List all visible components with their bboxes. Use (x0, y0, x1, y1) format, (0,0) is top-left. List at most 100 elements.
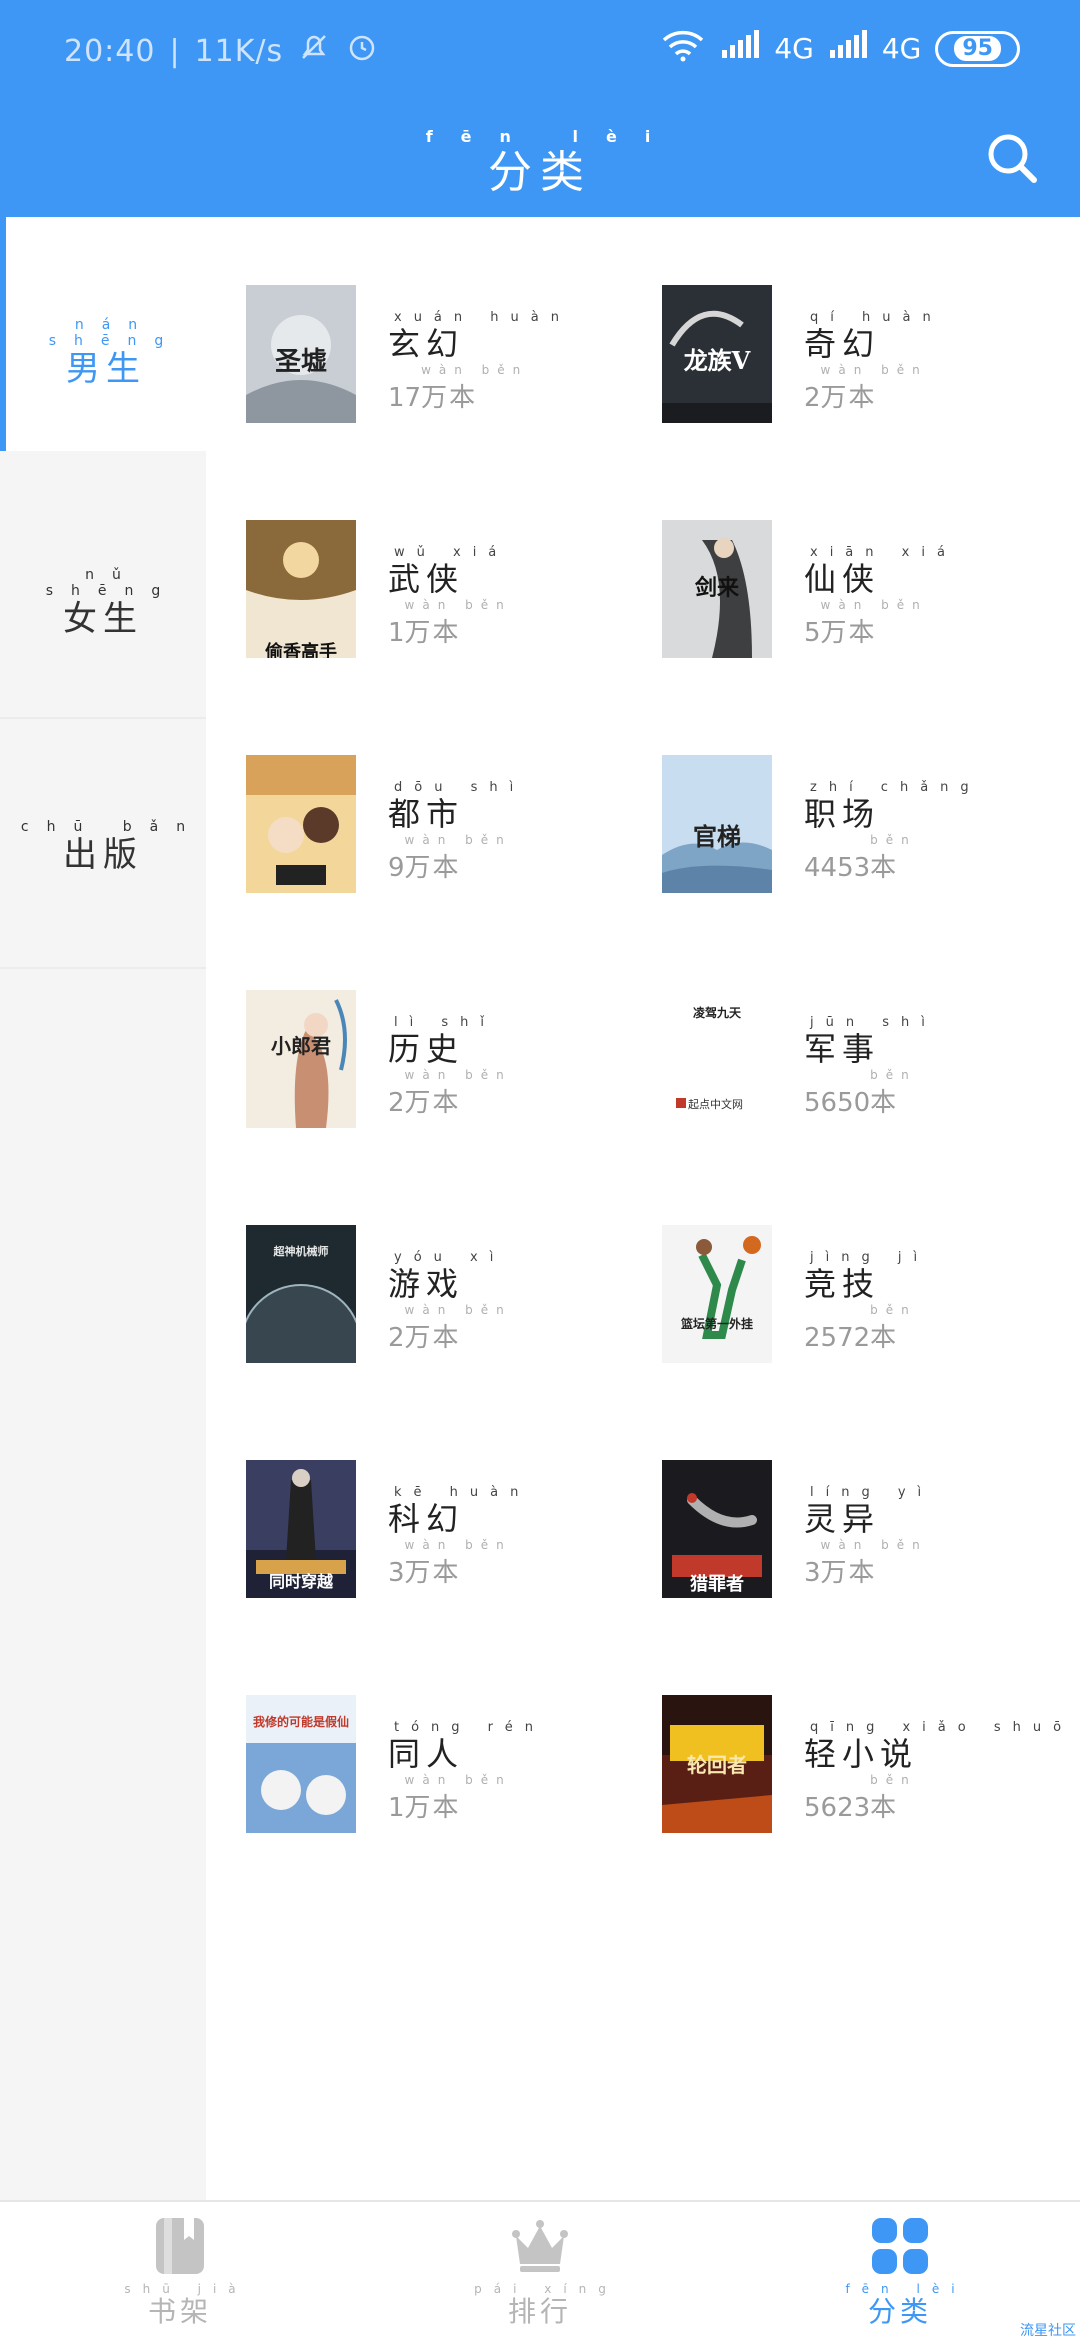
category-pinyin: xuán huàn (394, 310, 571, 325)
category-card[interactable]: 篮坛第一外挂 jìng jì 竞技 2572 běn 本 (622, 1157, 1022, 1363)
category-card[interactable]: 官梯 zhí chǎng 职场 4453 běn 本 (622, 687, 1022, 893)
category-count-number: 3 (804, 1558, 821, 1588)
count-unit-wrap: wàn běn 万本 (405, 1773, 504, 1824)
category-info: lì shǐ 历史 2 wàn běn 万本 (388, 1015, 504, 1119)
category-card[interactable]: 猎罪者 líng yì 灵异 3 wàn běn 万本 (622, 1392, 1022, 1598)
tab-category[interactable]: fēn lèi 分类 (820, 2216, 980, 2328)
cover-title: 篮坛第一外挂 (680, 1317, 753, 1331)
category-count: 2 wàn běn 万本 (388, 1068, 504, 1118)
network-label-1: 4G (774, 32, 814, 65)
cover-title: 轮回者 (687, 1753, 747, 1777)
category-count: 4453 běn 本 (804, 833, 981, 884)
category-count-number: 17 (388, 383, 422, 413)
tab-bookshelf[interactable]: shū jià 书架 (100, 2216, 260, 2328)
cover-title: 圣墟 (274, 347, 327, 377)
status-bar: 20:40 | 11K/s 4G 4G 95 (0, 0, 1080, 100)
count-unit-wrap: běn 本 (870, 1303, 909, 1354)
wifi-icon (660, 28, 706, 69)
book-cover-image: 圣墟 (246, 285, 356, 423)
count-unit-wrap: běn 本 (870, 833, 909, 884)
count-unit-pinyin: wàn běn (404, 833, 512, 847)
category-count-number: 5623 (804, 1793, 871, 1823)
cover-title: 龙族V (683, 346, 751, 375)
signal-icon-1 (720, 30, 760, 67)
count-unit-pinyin: wàn běn (404, 1068, 512, 1082)
count-unit: 万本 (820, 618, 877, 648)
category-name: 军事 (804, 1030, 881, 1068)
count-unit-pinyin: wàn běn (820, 363, 928, 377)
sidebar-item-label: 男生 (66, 349, 146, 389)
category-card[interactable]: 偷香高手 wǔ xiá 武侠 1 wàn běn 万本 (206, 452, 606, 658)
search-button[interactable] (984, 130, 1040, 186)
tab-ranking[interactable]: pái xíng 排行 (460, 2216, 620, 2328)
book-cover-image: 猎罪者 (662, 1460, 772, 1598)
sidebar-item-label: 女生 (63, 599, 143, 639)
count-unit: 万本 (404, 1088, 461, 1118)
search-icon (988, 134, 1037, 183)
category-card[interactable]: dōu shì 都市 9 wàn běn 万本 (206, 687, 606, 893)
signal-icon-2 (828, 30, 868, 67)
sidebar-item-label: 出版 (63, 835, 143, 875)
category-info: xiān xiá 仙侠 5 wàn běn 万本 (804, 545, 957, 649)
count-unit-pinyin: běn (870, 1773, 917, 1787)
category-info: jìng jì 竞技 2572 běn 本 (804, 1250, 930, 1354)
category-pinyin: wǔ xiá (394, 545, 509, 560)
category-pinyin: qīng xiǎo shuō (810, 1720, 1074, 1735)
category-card[interactable]: 龙族V qí huàn 奇幻 2 wàn běn 万本 (622, 217, 1022, 423)
status-time: 20:40 (64, 33, 156, 69)
category-pinyin: yóu xì (394, 1250, 506, 1265)
category-name: 轻小说 (804, 1735, 919, 1773)
status-right: 4G 4G 95 (660, 28, 1020, 69)
category-card[interactable]: 轮回者 qīng xiǎo shuō 轻小说 5623 běn 本 (622, 1627, 1061, 1833)
category-count-number: 2 (388, 1323, 405, 1353)
cover-title: 剑来 (694, 575, 739, 601)
category-count: 5 wàn běn 万本 (804, 598, 957, 648)
category-info: qí huàn 奇幻 2 wàn běn 万本 (804, 310, 943, 414)
category-pinyin: jìng jì (810, 1250, 930, 1265)
count-unit-pinyin: wàn běn (404, 1303, 512, 1317)
category-info: yóu xì 游戏 2 wàn běn 万本 (388, 1250, 506, 1354)
grid-icon (870, 2216, 930, 2276)
category-count-number: 2 (388, 1088, 405, 1118)
sidebar-item-female[interactable]: nǔ shēng 女生 (0, 467, 206, 701)
category-card[interactable]: 凌驾九天 起点中文网 jūn shì 军事 5650 běn 本 (622, 922, 1022, 1128)
count-unit-wrap: wàn běn 万本 (821, 1538, 920, 1589)
alarm-icon (345, 30, 379, 72)
count-unit-pinyin: wàn běn (421, 363, 529, 377)
cover-title: 凌驾九天 (692, 1006, 741, 1020)
tab-pinyin: shū jià (124, 2282, 248, 2296)
category-count-number: 5650 (804, 1088, 871, 1118)
category-pinyin: jūn shì (810, 1015, 937, 1030)
sidebar-item-publishing[interactable]: chū bǎn 出版 (0, 719, 206, 953)
count-unit-pinyin: běn (870, 1068, 917, 1082)
category-info: wǔ xiá 武侠 1 wàn běn 万本 (388, 545, 509, 649)
category-pinyin: zhí chǎng (810, 780, 981, 795)
category-info: líng yì 灵异 3 wàn běn 万本 (804, 1486, 933, 1589)
category-card[interactable]: 剑来 xiān xiá 仙侠 5 wàn běn 万本 (622, 452, 1022, 658)
count-unit: 本 (870, 1088, 899, 1118)
category-info: kē huàn 科幻 3 wàn běn 万本 (388, 1486, 530, 1589)
count-unit-pinyin: wàn běn (404, 598, 512, 612)
category-card[interactable]: 小郎君 lì shǐ 历史 2 wàn běn 万本 (206, 922, 606, 1128)
category-pinyin: dōu shì (394, 780, 526, 795)
category-pinyin: lì shǐ (394, 1015, 496, 1030)
count-unit-wrap: wàn běn 万本 (421, 363, 520, 414)
category-card[interactable]: 同时穿越 kē huàn 科幻 3 wàn běn 万本 (206, 1392, 606, 1598)
count-unit-wrap: wàn běn 万本 (821, 363, 920, 414)
category-count-number: 1 (388, 1793, 405, 1823)
cover-title: 官梯 (693, 822, 741, 851)
page-title: 分类 (488, 147, 592, 198)
sidebar-item-male[interactable]: nán shēng 男生 (0, 217, 206, 451)
category-pinyin: qí huàn (810, 310, 943, 325)
category-count-number: 4453 (804, 853, 871, 883)
category-sidebar: nán shēng 男生 nǔ shēng 女生 chū bǎn 出版 (0, 217, 206, 2200)
category-card[interactable]: 圣墟 xuán huàn 玄幻 17 wàn běn 万本 (206, 217, 606, 423)
book-cover-image: 同时穿越 (246, 1460, 356, 1598)
sidebar-item-pinyin: nán shēng (48, 317, 182, 349)
category-name: 职场 (804, 795, 881, 833)
category-card[interactable]: 超神机械师 yóu xì 游戏 2 wàn běn 万本 (206, 1157, 606, 1363)
count-unit-wrap: wàn běn 万本 (405, 1538, 504, 1589)
category-card[interactable]: 我修的可能是假仙 tóng rén 同人 1 wàn běn 万本 (206, 1627, 606, 1833)
crown-icon (510, 2216, 570, 2276)
category-pinyin: xiān xiá (810, 545, 957, 560)
